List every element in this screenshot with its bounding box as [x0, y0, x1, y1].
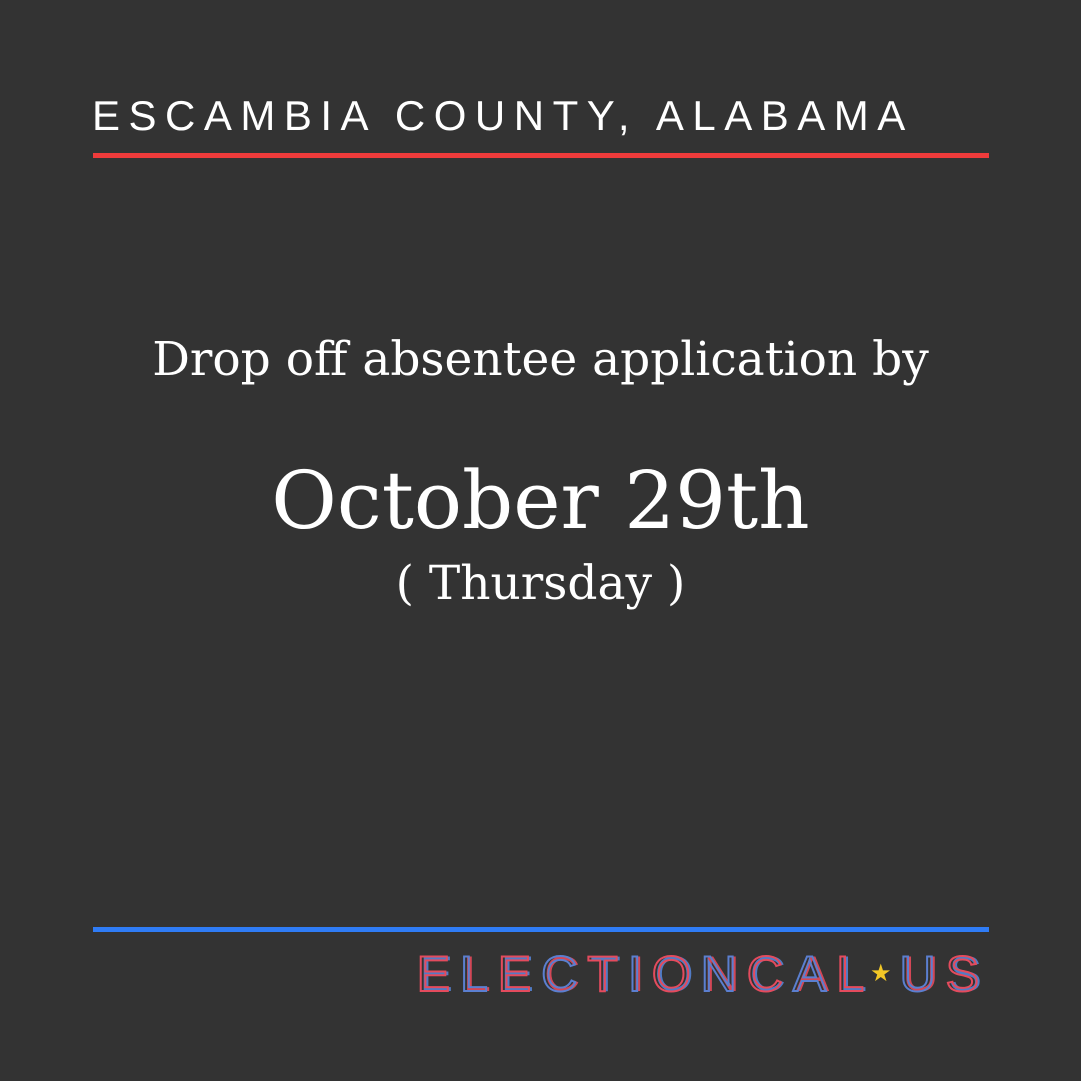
top-red-divider — [93, 153, 989, 158]
logo-letter: I — [627, 945, 652, 1003]
deadline-day: ( Thursday ) — [395, 556, 686, 611]
star-icon: ★ — [870, 960, 892, 987]
logo-letter: C — [540, 945, 588, 1003]
logo-letter: U — [899, 945, 946, 1003]
logo-letter: E — [497, 945, 542, 1003]
logo-letter: S — [945, 945, 989, 1003]
logo-text-suffix: US — [899, 945, 989, 1003]
county-title: ESCAMBIA COUNTY, ALABAMA — [92, 92, 914, 139]
logo-letter: A — [792, 945, 837, 1003]
deadline-headline: Drop off absentee application by — [152, 332, 929, 387]
logo-letter: C — [746, 945, 793, 1003]
logo-letter: E — [416, 945, 460, 1003]
logo-letter: L — [459, 945, 498, 1003]
electioncal-logo: ELECTIONCAL★ US — [416, 944, 989, 1004]
deadline-date: October 29th — [271, 454, 810, 547]
logo-letter: L — [835, 945, 875, 1003]
logo-letter: N — [700, 945, 747, 1003]
logo-letter: O — [651, 945, 701, 1003]
logo-text-main: ELECTIONCAL — [416, 945, 875, 1003]
logo-letter: T — [586, 945, 628, 1003]
bottom-blue-divider — [93, 927, 989, 932]
